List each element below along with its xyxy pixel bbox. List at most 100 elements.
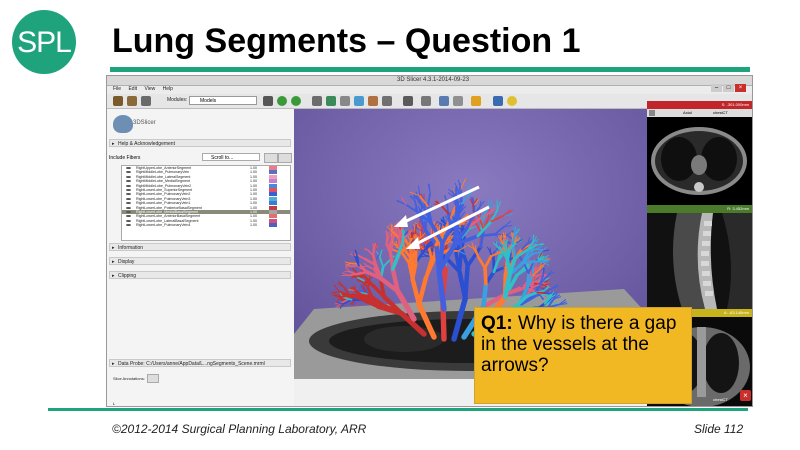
fiber-color-swatch[interactable]	[269, 218, 277, 223]
fiber-list: RightUpperLobe_AnteriorSegment 1.00 RightM…	[121, 165, 291, 241]
eye-icon[interactable]	[126, 193, 131, 196]
eye-icon[interactable]	[126, 202, 131, 205]
crosshair-icon[interactable]	[453, 96, 463, 106]
eye-icon[interactable]	[126, 184, 131, 187]
spl-logo-text: SPL	[17, 26, 72, 59]
module-history-icon[interactable]	[263, 96, 273, 106]
forward-icon[interactable]	[291, 96, 301, 106]
menu-file[interactable]: File	[113, 86, 121, 92]
vessel-segment	[505, 258, 512, 277]
eye-icon[interactable]	[126, 167, 131, 169]
save-icon[interactable]	[141, 96, 151, 106]
load-dicom-icon[interactable]	[127, 96, 137, 106]
python-console-icon[interactable]	[507, 96, 517, 106]
fiber-color-swatch[interactable]	[269, 183, 277, 188]
red-slice-offset: S: -301.000mm	[721, 102, 749, 107]
fiber-name: RightLowerLobe_PulmonaryVein4	[136, 223, 191, 228]
layout-icon[interactable]	[312, 96, 322, 106]
sagittal-slice-image[interactable]	[647, 213, 752, 309]
fiber-opacity: 1.00	[250, 223, 257, 228]
yellow-volume: chestCT	[713, 397, 728, 402]
back-icon[interactable]	[277, 96, 287, 106]
red-slice-controls: Axial chestCT	[647, 109, 752, 117]
title-divider	[110, 67, 750, 72]
fiber-color-swatch[interactable]	[269, 192, 277, 197]
information-section[interactable]: Information	[109, 243, 291, 252]
vessel-segment	[462, 263, 470, 301]
data-probe-label: Data Probe: C:/Users/anne/AppData/L...ng…	[118, 361, 265, 367]
fiber-color-swatch[interactable]	[269, 170, 277, 175]
fiber-color-swatch[interactable]	[269, 187, 277, 192]
eye-icon[interactable]	[126, 175, 131, 178]
slide-title: Lung Segments – Question 1	[112, 22, 581, 60]
vessel-segment	[520, 260, 535, 265]
red-slice-bar[interactable]: S: -301.000mm	[647, 101, 752, 109]
green-slice-bar[interactable]: R: 3.452mm	[647, 205, 752, 213]
vessel-segment	[372, 242, 374, 249]
eye-icon[interactable]	[126, 219, 131, 222]
visibility-toggle-icon[interactable]	[278, 153, 292, 163]
close-icon[interactable]: ×	[740, 390, 751, 401]
extension-manager-icon[interactable]	[493, 96, 503, 106]
footer-copyright: ©2012-2014 Surgical Planning Laboratory,…	[112, 422, 367, 436]
fiber-color-swatch[interactable]	[269, 201, 277, 206]
axial-slice-image[interactable]	[647, 117, 752, 205]
volumes-icon[interactable]	[326, 96, 336, 106]
eye-icon[interactable]	[126, 224, 131, 227]
vessel-segment	[483, 266, 488, 286]
vessel-segment	[505, 249, 509, 262]
transforms-icon[interactable]	[354, 96, 364, 106]
vessel-segment	[347, 273, 358, 277]
fiber-color-swatch[interactable]	[269, 196, 277, 201]
models-icon[interactable]	[340, 96, 350, 106]
data-icon[interactable]	[382, 96, 392, 106]
fiber-color-swatch[interactable]	[269, 214, 277, 219]
menu-view[interactable]: View	[144, 86, 155, 92]
eye-icon[interactable]	[126, 188, 131, 191]
fiber-color-swatch[interactable]	[269, 166, 277, 170]
slicer-brand: 3DSlicer	[133, 120, 156, 126]
eye-icon[interactable]	[126, 171, 131, 174]
fiducial-icon[interactable]	[471, 96, 481, 106]
vessel-segment	[372, 247, 376, 257]
vessel-segment	[401, 234, 405, 245]
window-controls: – □ ×	[710, 76, 750, 92]
question-label: Q1:	[481, 313, 513, 334]
vessel-segment	[492, 251, 496, 262]
module-selector[interactable]: Models	[189, 96, 257, 105]
menu-help[interactable]: Help	[163, 86, 173, 92]
fiber-color-swatch[interactable]	[269, 205, 277, 210]
eye-icon[interactable]	[126, 210, 131, 213]
eye-icon[interactable]	[126, 180, 131, 183]
clipping-section[interactable]: Clipping	[109, 271, 291, 280]
fiber-color-swatch[interactable]	[269, 179, 277, 184]
eye-icon[interactable]	[126, 206, 131, 209]
eye-icon[interactable]	[126, 197, 131, 200]
refresh-button[interactable]	[264, 153, 278, 163]
data-probe-section[interactable]: Data Probe: C:/Users/anne/AppData/L...ng…	[109, 359, 291, 368]
pin-icon[interactable]	[649, 110, 655, 116]
load-data-icon[interactable]	[113, 96, 123, 106]
vessel-segment	[356, 275, 367, 279]
vessel-segment	[475, 245, 477, 251]
vessel-segment	[423, 218, 428, 233]
fiber-row[interactable]: RightLowerLobe_PulmonaryVein4 1.00	[122, 223, 290, 228]
fiber-color-swatch[interactable]	[269, 209, 277, 214]
fiber-color-swatch[interactable]	[269, 174, 277, 179]
editor-icon[interactable]	[368, 96, 378, 106]
slice-annotations-label: Slice Annotations:	[113, 376, 145, 381]
slice-annotations-button[interactable]	[147, 374, 159, 383]
screenshot-icon[interactable]	[439, 96, 449, 106]
menu-edit[interactable]: Edit	[128, 86, 137, 92]
fiber-color-swatch[interactable]	[269, 223, 277, 228]
eye-icon[interactable]	[126, 215, 131, 218]
display-section[interactable]: Display	[109, 257, 291, 266]
probe-letter-f: F	[113, 406, 116, 407]
red-orientation[interactable]: Axial	[683, 109, 692, 117]
view-layout-icon[interactable]	[403, 96, 413, 106]
scroll-to-input[interactable]: Scroll to...	[202, 153, 260, 161]
help-section[interactable]: Help & Acknowledgement	[109, 139, 291, 148]
footer-divider	[48, 408, 748, 411]
red-volume[interactable]: chestCT	[713, 109, 728, 117]
mouse-mode-icon[interactable]	[421, 96, 431, 106]
